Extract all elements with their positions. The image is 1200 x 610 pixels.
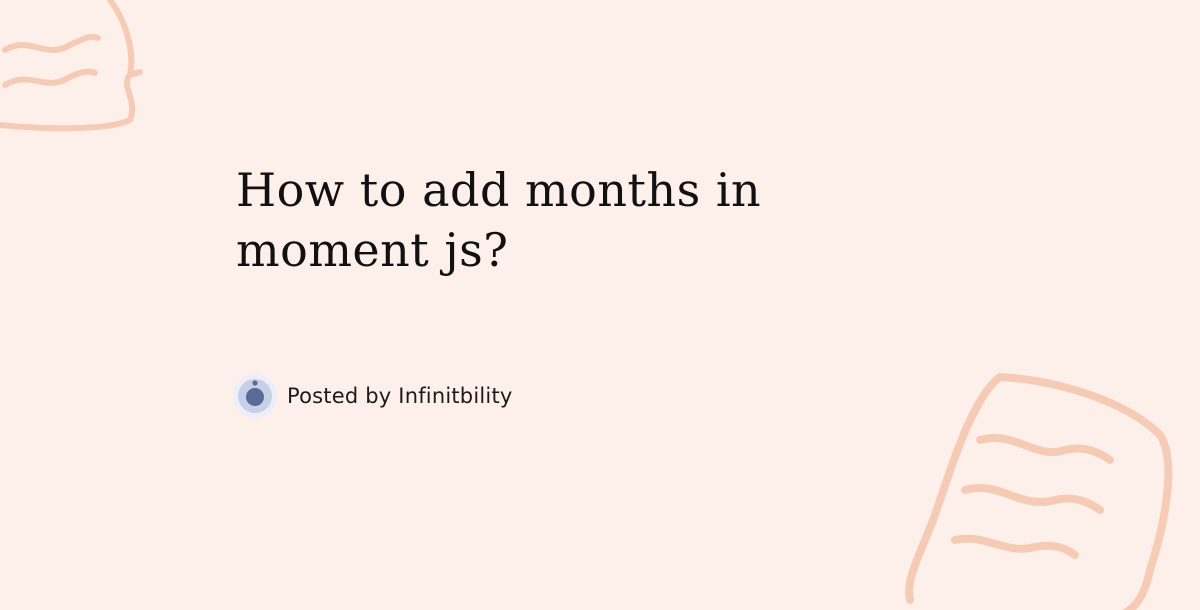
author-byline: Posted by Infinitbility: [287, 384, 513, 408]
avatar-logo-icon: [238, 379, 272, 413]
chat-bubble-doodle-icon: [905, 373, 1173, 610]
author-info: Posted by Infinitbility: [233, 374, 513, 418]
chat-bubble-doodle-icon: [0, 0, 143, 132]
avatar: [233, 374, 277, 418]
post-title: How to add months in moment js?: [236, 163, 762, 277]
